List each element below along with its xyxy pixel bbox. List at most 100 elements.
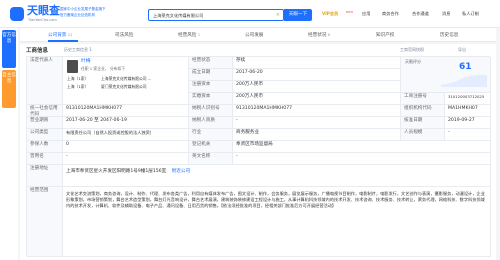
reg-no-value: 310120003712025: [445, 93, 491, 105]
tab-label: 知识产权: [376, 33, 395, 38]
legal-rep-name[interactable]: 叶梅: [81, 59, 91, 65]
industry-value: 商务服务业: [233, 129, 401, 141]
history-business-info-link[interactable]: 历史工商信息 1: [64, 47, 92, 53]
holding-company[interactable]: 厦门莱克文化传媒有限公司: [101, 84, 147, 90]
nav-vip[interactable]: VIP会员: [322, 10, 338, 18]
address-label: 注册地址: [27, 165, 63, 187]
address-cell: 上海市奉贤区星火开发区阳明路1号9幢1层156室 附近公司: [63, 165, 491, 187]
address-value: 上海市奉贤区星火开发区阳明路1号9幢1层156室: [66, 169, 167, 174]
sidebar: 官方信息 自主信息: [0, 28, 18, 260]
insured-label: 参保人数: [27, 141, 63, 153]
company-type-label: 公司类型: [27, 129, 63, 141]
former-name-label: 曾用名: [27, 153, 63, 165]
tab-label: 经营风险: [178, 33, 197, 38]
staff-label: 人员规模: [401, 129, 445, 141]
industry-label: 行业: [189, 129, 233, 141]
business-info-panel: 工商信息 历史工商信息 1 工商官网快照 导出 法定代表人 叶梅 任职 1 家企…: [20, 44, 496, 260]
paid-capital-label: 实缴资本: [189, 93, 233, 105]
credit-code-label: 统一社会信用代码: [27, 105, 63, 117]
tab-history[interactable]: 历史信息: [440, 32, 458, 38]
paid-capital-value: 200万人民币: [233, 93, 401, 105]
holding-city: 上海（1家）: [67, 84, 89, 89]
search-input[interactable]: 上海莱克文化传媒有限公司 ×: [148, 9, 284, 21]
score-trend-icon: [441, 74, 487, 87]
status-label: 经营状态: [189, 57, 233, 69]
legal-rep-label: 法定代表人: [27, 57, 63, 105]
nav-business[interactable]: 商务合作: [382, 10, 399, 18]
slogan-line-2: 官方备案企业征信机构: [60, 13, 95, 17]
tab-judicial-risk[interactable]: 司法风险: [115, 32, 133, 38]
tab-company-development[interactable]: 公司发展: [245, 32, 263, 38]
tab-operation-status[interactable]: 经营状况 8: [308, 32, 330, 38]
holding-company[interactable]: 上海莱克文化传媒有限公司 ...: [101, 76, 151, 82]
reg-capital-value: 200万人民币: [233, 81, 401, 93]
tax-id-label: 纳税人识别号: [189, 105, 233, 117]
legal-rep-cell: 叶梅 任职 1 家企业， 分布如下 上海（1家） 上海莱克文化传媒有限公司 ..…: [63, 57, 189, 105]
tab-label: 经营状况: [308, 33, 327, 38]
category-tabs: 公司背景 21 司法风险 经营风险 1 公司发展 经营状况 8 知识产权 历史信…: [20, 28, 496, 42]
score-value[interactable]: 61: [459, 63, 472, 71]
reg-no-label: 工商注册号: [401, 93, 445, 105]
tab-intellectual-property[interactable]: 知识产权: [376, 32, 394, 38]
scope-label: 经营范围: [27, 187, 63, 257]
tab-operation-risk[interactable]: 经营风险 1: [178, 32, 200, 38]
tianyancha-logo-icon[interactable]: [10, 7, 24, 21]
tab-label: 司法风险: [115, 33, 134, 38]
sidebar-tab-self-label: 自主信息: [2, 73, 16, 84]
term-value: 2017-06-20 至 2047-06-19: [63, 117, 189, 129]
slogan: 国家中小企业发展子基金旗下 官方备案企业征信机构: [60, 6, 160, 18]
insured-value: 0: [63, 141, 189, 153]
tab-count: 8: [327, 33, 331, 37]
nearby-companies-link[interactable]: 附近公司: [172, 169, 190, 174]
official-snapshot-link[interactable]: 工商官网快照: [400, 47, 424, 53]
legal-rep-role: 任职 1 家企业， 分布如下: [81, 66, 126, 71]
tab-label: 公司发展: [245, 33, 264, 38]
tab-count: 21: [67, 33, 73, 37]
vip-new-badge: NEW: [346, 10, 354, 14]
former-name-value: -: [63, 153, 189, 165]
nav-cooperation[interactable]: 合作通道: [412, 10, 429, 18]
holding-city: 上海（1家）: [67, 76, 89, 81]
authority-label: 登记机关: [189, 141, 233, 153]
staff-value: -: [445, 129, 491, 141]
nav-user[interactable]: 私人订制: [462, 10, 479, 18]
export-button[interactable]: 导出: [458, 47, 466, 53]
legal-rep-avatar[interactable]: [67, 60, 78, 73]
tax-id-value: 91310120MA1HMKH077: [233, 105, 401, 117]
nav-app[interactable]: 应用: [362, 10, 370, 18]
brand-name[interactable]: 天眼查: [27, 4, 60, 18]
score-cell: 天眼评分 61: [401, 57, 491, 93]
tab-company-background[interactable]: 公司背景 21: [48, 32, 72, 38]
authority-value: 奉贤区市场监督局: [233, 141, 491, 153]
reg-capital-label: 注册资本: [189, 81, 233, 93]
status-value: 存续: [233, 57, 401, 69]
search-input-value[interactable]: 上海莱克文化传媒有限公司: [153, 13, 203, 19]
org-code-value: MA1HMKH07: [445, 105, 491, 117]
english-name-label: 英文名称: [189, 153, 233, 165]
section-title: 工商信息: [26, 48, 49, 54]
taxpayer-value: -: [233, 117, 401, 129]
org-code-label: 组织机构代码: [401, 105, 445, 117]
established-label: 成立日期: [189, 69, 233, 81]
sidebar-tab-official-label: 官方信息: [2, 33, 16, 44]
tab-count: 1: [197, 33, 201, 37]
nav-message[interactable]: 消息: [442, 10, 450, 18]
english-name-value: -: [233, 153, 491, 165]
company-type-value: 有限责任公司（自然人投资或控股的法人独资）: [63, 129, 189, 141]
sidebar-tab-self[interactable]: 自主信息: [2, 70, 16, 108]
approval-label: 核准日期: [401, 117, 445, 129]
scope-value: 文化艺术交流策划，商务咨询，设计、制作、代理、发布各类广告，利用自有媒体发布广告…: [63, 187, 491, 257]
search-button[interactable]: 天眼一下: [284, 9, 312, 21]
credit-code-value: 91310120MA1HMKH077: [63, 105, 189, 117]
approval-value: 2019-09-27: [445, 117, 491, 129]
sidebar-tab-official[interactable]: 官方信息: [2, 30, 16, 68]
taxpayer-label: 纳税人资质: [189, 117, 233, 129]
active-tab-indicator: [48, 40, 78, 42]
brand-domain: TianYanCha.com: [28, 18, 57, 22]
clear-icon[interactable]: ×: [276, 12, 280, 18]
established-value: 2017-06-20: [233, 69, 401, 81]
tab-label: 历史信息: [440, 33, 459, 38]
top-header: 天眼查 TianYanCha.com 国家中小企业发展子基金旗下 官方备案企业征…: [0, 0, 500, 28]
term-label: 营业期限: [27, 117, 63, 129]
score-label: 天眼评分: [405, 59, 421, 64]
